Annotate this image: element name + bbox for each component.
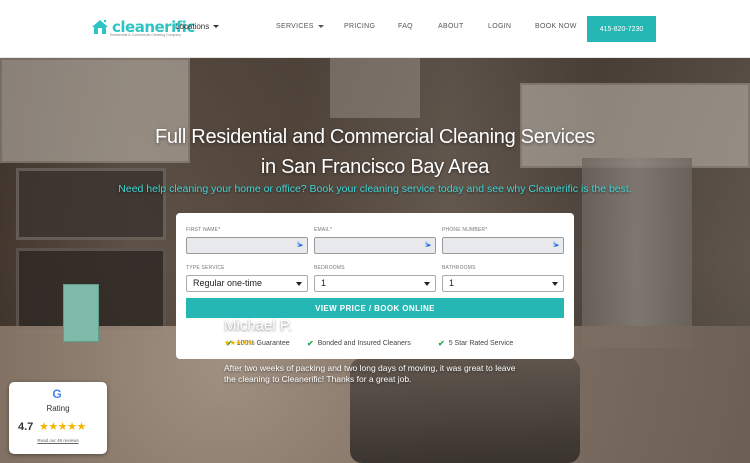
google-g-icon: G (52, 387, 62, 401)
nav-about-label: ABOUT (438, 23, 464, 30)
autofill-icon: ⁞▸ (425, 242, 431, 249)
google-rating-score: 4.7 (18, 421, 34, 433)
first-name-field[interactable]: ⁞▸ (186, 237, 308, 254)
read-reviews-link[interactable]: Read our 46 reviews (9, 438, 107, 443)
nav-services-label: SERVICES (276, 23, 314, 30)
nav-pricing-label: PRICING (344, 23, 376, 30)
booking-form: FIRST NAME* EMAIL* PHONE NUMBER* ⁞▸ ⁞▸ ⁞… (176, 213, 574, 359)
dish-towel (63, 284, 99, 342)
reviewer-location: San Francisco, CA (224, 349, 275, 355)
top-navbar: cleanerific Residential & Commercial Cle… (0, 0, 750, 58)
phone-button[interactable]: 415-820-7230 (587, 16, 656, 42)
nav-book-now-label: BOOK NOW (535, 23, 577, 30)
bathrooms-select[interactable]: 1 (442, 275, 564, 292)
caret-down-icon (317, 25, 324, 28)
hero-subtitle: Need help cleaning your home or office? … (118, 183, 632, 195)
nav-faq-label: FAQ (398, 23, 413, 30)
locations-label: Locations (175, 22, 210, 31)
type-service-select[interactable]: Regular one-time (186, 275, 308, 292)
house-logo-icon (90, 17, 110, 37)
hero-title: Full Residential and Commercial Cleaning… (0, 122, 750, 182)
type-service-label: TYPE SERVICE (186, 265, 225, 271)
nav-login-label: LOGIN (488, 23, 512, 30)
select-caret-icon (552, 282, 558, 286)
type-service-value: Regular one-time (193, 278, 263, 288)
carousel-prev-icon[interactable]: ‹ (209, 349, 213, 363)
nav-pricing[interactable]: PRICING (344, 23, 375, 30)
checkmark-icon: ✔ (307, 339, 314, 348)
nav-login[interactable]: LOGIN (488, 23, 511, 30)
checkmark-icon: ✔ (438, 339, 445, 348)
logo-tagline: Residential & Commercial Cleaning Compan… (110, 33, 182, 37)
email-label: EMAIL* (314, 227, 333, 233)
reviewer-name: Michael P. (224, 317, 293, 334)
caret-down-icon (213, 25, 220, 28)
email-field[interactable]: ⁞▸ (314, 237, 436, 254)
bedrooms-select[interactable]: 1 (314, 275, 436, 292)
google-rating-badge[interactable]: G Rating 4.7 ★★★★★ Read our 46 reviews (9, 382, 107, 454)
phone-number-label: PHONE NUMBER* (442, 227, 488, 233)
review-stars: ★★★★★ (224, 340, 253, 347)
autofill-icon: ⁞▸ (297, 242, 303, 249)
first-name-label: FIRST NAME* (186, 227, 221, 233)
feature-bonded-label: Bonded and Insured Cleaners (317, 340, 411, 347)
phone-number-field[interactable]: ⁞▸ (442, 237, 564, 254)
bathrooms-label: BATHROOMS (442, 265, 476, 271)
nav-faq[interactable]: FAQ (398, 23, 413, 30)
nav-services[interactable]: SERVICES (276, 23, 324, 30)
bathrooms-value: 1 (449, 278, 455, 288)
select-caret-icon (424, 282, 430, 286)
bedrooms-value: 1 (321, 278, 327, 288)
feature-five-star: ✔ 5 Star Rated Service (438, 339, 513, 348)
hero-title-line1: Full Residential and Commercial Cleaning… (155, 126, 595, 148)
hero-section: Full Residential and Commercial Cleaning… (0, 58, 750, 463)
carousel-next-icon[interactable]: › (533, 349, 537, 363)
review-text: After two weeks of packing and two long … (224, 363, 516, 384)
view-price-book-button[interactable]: VIEW PRICE / BOOK ONLINE (186, 298, 564, 318)
nav-book-now[interactable]: BOOK NOW (535, 23, 577, 30)
select-caret-icon (296, 282, 302, 286)
nav-about[interactable]: ABOUT (438, 23, 464, 30)
feature-five-star-label: 5 Star Rated Service (448, 340, 514, 347)
locations-dropdown[interactable]: Locations (175, 22, 220, 31)
hero-title-line2: in San Francisco Bay Area (260, 156, 490, 178)
feature-bonded: ✔ Bonded and Insured Cleaners (307, 339, 411, 348)
autofill-icon: ⁞▸ (553, 242, 559, 249)
range-hood (330, 58, 420, 118)
bedrooms-label: BEDROOMS (314, 265, 345, 271)
google-rating-stars: ★★★★★ (39, 421, 86, 433)
google-rating-label: Rating (46, 404, 70, 413)
